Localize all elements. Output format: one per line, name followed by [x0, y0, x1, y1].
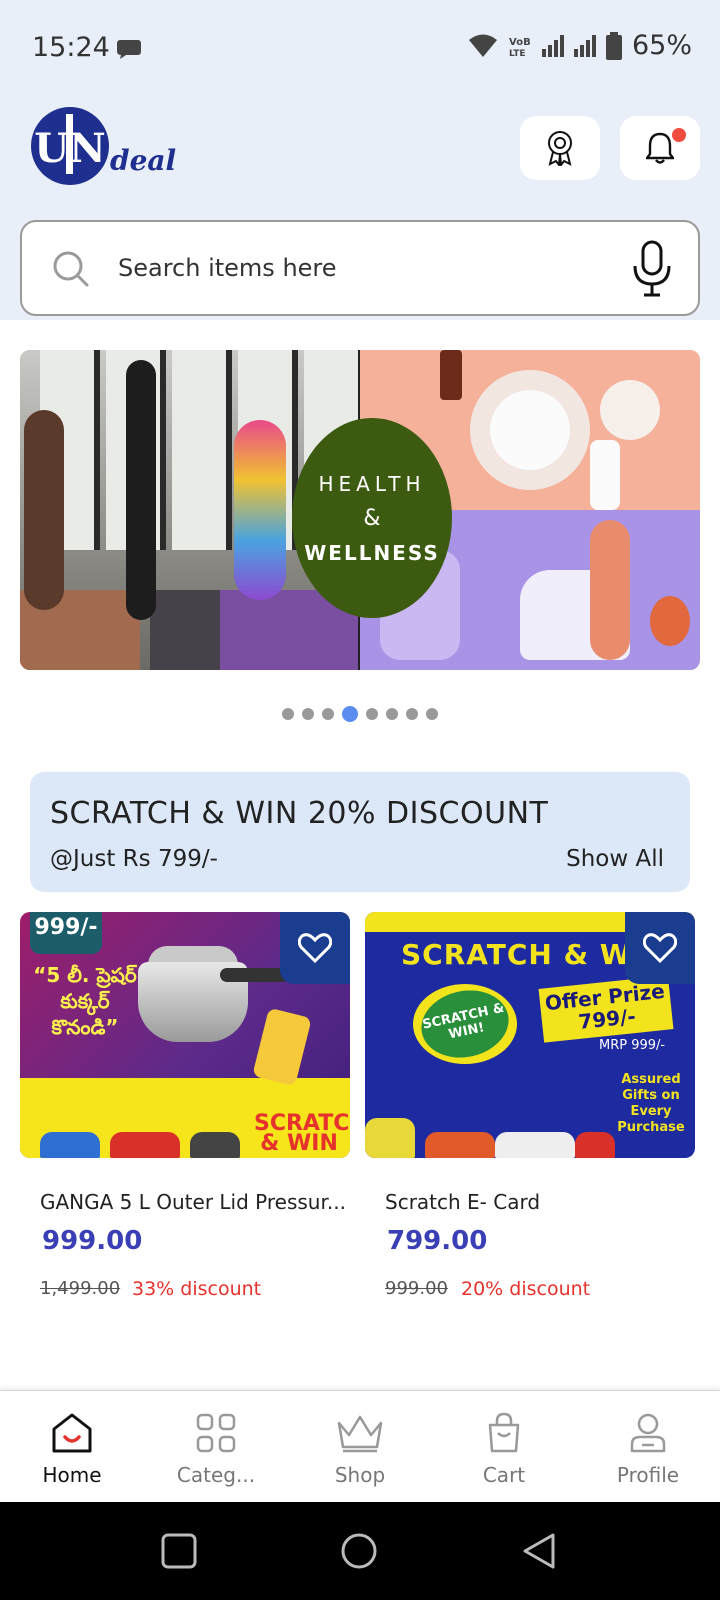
- profile-icon: [630, 1413, 666, 1453]
- banner-title-line2: &: [363, 505, 381, 531]
- search-icon: [53, 251, 89, 287]
- show-all-link[interactable]: Show All: [566, 846, 664, 872]
- product-name[interactable]: GANGA 5 L Outer Lid Pressur...: [40, 1190, 350, 1214]
- carousel-dot[interactable]: [282, 708, 294, 720]
- search-input[interactable]: Search items here: [118, 254, 337, 282]
- product-price: 799.00: [387, 1226, 488, 1256]
- carousel-dot[interactable]: [322, 708, 334, 720]
- offer-prize: Offer Prize 799/-: [538, 975, 674, 1043]
- product-price: 999.00: [42, 1226, 143, 1256]
- carousel-dot[interactable]: [406, 708, 418, 720]
- scratch-badge: SCRATCH & WIN!: [415, 982, 515, 1066]
- status-bar: 15:24 VoB LTE 65%: [0, 0, 720, 96]
- carousel-dot[interactable]: [366, 708, 378, 720]
- bag-icon: [488, 1412, 520, 1453]
- heart-icon: [643, 933, 677, 963]
- product-card[interactable]: SCRATCH & WIN SCRATCH & WIN! Offer Prize…: [365, 912, 695, 1312]
- promo-banner[interactable]: HEALTH & WELLNESS: [20, 350, 700, 670]
- recents-button[interactable]: [160, 1532, 198, 1570]
- carousel-dot[interactable]: [302, 708, 314, 720]
- home-icon: [52, 1413, 92, 1453]
- telugu-offer-text: “5 లీ. ప్రెషర్ కుక్కర్ కొనండి”: [33, 963, 137, 1039]
- category-icon: [196, 1413, 236, 1453]
- product-image[interactable]: SCRATCH & WIN SCRATCH & WIN! Offer Prize…: [365, 912, 695, 1158]
- mic-icon[interactable]: [632, 240, 672, 298]
- signal-icon: [541, 34, 564, 57]
- product-mrp: 999.00: [385, 1278, 448, 1299]
- app-header-area: 15:24 VoBLTE 65% UN deal: [0, 0, 720, 320]
- product-mrp: 1,499.00: [40, 1278, 121, 1299]
- nav-home-label: Home: [42, 1463, 102, 1487]
- award-button[interactable]: [520, 116, 600, 180]
- status-icons: VoB LTE 65%: [468, 30, 692, 61]
- battery-icon: [605, 31, 622, 60]
- nav-cart-label: Cart: [482, 1463, 526, 1487]
- notification-dot: [672, 128, 686, 142]
- promo-section-header: SCRATCH & WIN 20% DISCOUNT @Just Rs 799/…: [30, 772, 690, 892]
- wifi-icon: [468, 34, 497, 57]
- chat-icon: [117, 40, 141, 59]
- bell-icon: [646, 132, 674, 164]
- product-card[interactable]: 999/- “5 లీ. ప్రెషర్ కుక్కర్ కొనండి” SCR…: [20, 912, 350, 1312]
- banner-title-badge: HEALTH & WELLNESS: [292, 418, 452, 618]
- scratch-win-text: SCRATCH & WIN: [254, 1111, 350, 1156]
- favorite-button[interactable]: [280, 912, 350, 984]
- nav-profile-label: Profile: [616, 1463, 680, 1487]
- carousel-dot[interactable]: [426, 708, 438, 720]
- status-time: 15:24: [32, 32, 110, 63]
- search-bar[interactable]: Search items here: [20, 220, 700, 316]
- banner-title-line1: HEALTH: [318, 471, 426, 496]
- svg-text:deal: deal: [110, 144, 176, 177]
- nav-profile[interactable]: Profile: [576, 1391, 720, 1502]
- product-discount: 33% discount: [132, 1278, 262, 1300]
- bottom-navigation: Home Categ... Shop Cart Profile: [0, 1390, 720, 1502]
- carousel-dot[interactable]: [386, 708, 398, 720]
- notifications-button[interactable]: [620, 116, 700, 180]
- nav-shop-label: Shop: [334, 1463, 386, 1487]
- battery-percent: 65%: [631, 30, 692, 61]
- nav-categories[interactable]: Categ...: [144, 1391, 288, 1502]
- svg-text:VoB: VoB: [509, 37, 531, 48]
- nav-categories-label: Categ...: [176, 1463, 256, 1487]
- favorite-button[interactable]: [625, 912, 695, 984]
- svg-text:LTE: LTE: [509, 49, 526, 58]
- award-icon: [548, 131, 572, 166]
- product-name[interactable]: Scratch E- Card: [385, 1190, 695, 1214]
- product-discount: 20% discount: [461, 1278, 591, 1300]
- nav-cart[interactable]: Cart: [432, 1391, 576, 1502]
- nav-home[interactable]: Home: [0, 1391, 144, 1502]
- assured-gifts-text: Assured Gifts on Every Purchase: [617, 1072, 685, 1135]
- price-badge: 999/-: [30, 912, 102, 954]
- heart-icon: [298, 933, 332, 963]
- app-logo[interactable]: UN deal: [30, 104, 190, 188]
- offer-mrp: MRP 999/-: [599, 1038, 666, 1053]
- volte-icon: VoBLTE: [509, 37, 531, 58]
- nav-shop[interactable]: Shop: [288, 1391, 432, 1502]
- home-button[interactable]: [340, 1532, 378, 1570]
- carousel-dot-active[interactable]: [342, 706, 358, 722]
- banner-title-line3: WELLNESS: [304, 540, 440, 565]
- crown-icon: [337, 1415, 383, 1453]
- promo-title: SCRATCH & WIN 20% DISCOUNT: [50, 796, 549, 831]
- carousel-indicator: [0, 706, 720, 722]
- signal-icon: [573, 34, 596, 57]
- product-image[interactable]: 999/- “5 లీ. ప్రెషర్ కుక్కర్ కొనండి” SCR…: [20, 912, 350, 1158]
- promo-subtitle: @Just Rs 799/-: [50, 846, 218, 872]
- back-button[interactable]: [520, 1532, 558, 1570]
- system-navigation-bar: [0, 1502, 720, 1600]
